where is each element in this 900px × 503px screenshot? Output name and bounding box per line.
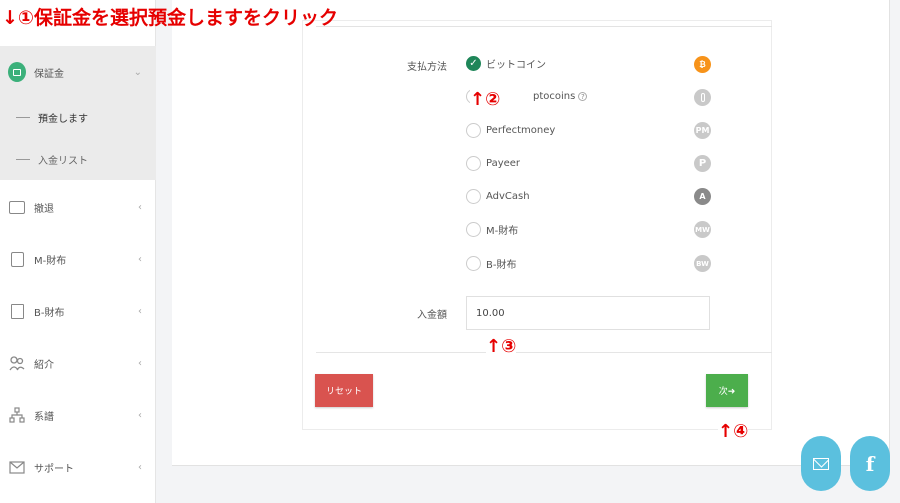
annotation-step-3: ↑③: [486, 335, 517, 359]
mail-contact-button[interactable]: [801, 436, 841, 491]
sidebar-item-label: 系譜: [34, 411, 54, 423]
m-wallet-icon: MW: [694, 221, 711, 238]
sidebar-subitem-label: 入金リスト: [38, 155, 88, 167]
radio-icon[interactable]: [466, 122, 481, 138]
payment-option-label: Perfectmoney: [486, 124, 556, 136]
sidebar-subitem-make-deposit[interactable]: 預金します: [0, 97, 156, 137]
radio-icon[interactable]: [466, 155, 481, 171]
safe-icon: [8, 302, 26, 320]
facebook-icon: f: [865, 451, 875, 476]
sidebar-item-label: サポート: [34, 463, 74, 475]
chevron-left-icon: ‹: [138, 201, 142, 213]
radio-checked-icon[interactable]: ✓: [466, 55, 481, 71]
cryptocoins-icon: [694, 89, 711, 106]
facebook-button[interactable]: f: [850, 436, 890, 491]
payment-option-label: Payeer: [486, 157, 521, 169]
sidebar-item-m-wallet[interactable]: M-財布 ‹: [0, 233, 156, 285]
payment-option-perfectmoney[interactable]: Perfectmoney: [466, 120, 555, 140]
b-wallet-icon: BW: [694, 255, 711, 272]
payment-option-label: B-財布: [486, 259, 517, 271]
sidebar-item-label: 保証金: [34, 68, 64, 80]
sidebar-item-label: 撤退: [34, 203, 54, 215]
payment-method-label: 支払方法: [407, 62, 447, 73]
dash-icon: [16, 116, 30, 118]
tree-icon: [8, 406, 26, 424]
sidebar-subitem-label: 預金します: [38, 113, 88, 125]
radio-icon[interactable]: [466, 255, 481, 271]
sidebar-item-withdraw[interactable]: 撤退 ‹: [0, 181, 156, 233]
dash-icon: [16, 158, 30, 160]
annotation-step-4: ↑④: [718, 420, 749, 444]
amount-input[interactable]: 10.00: [466, 296, 710, 330]
divider: [316, 352, 772, 353]
sidebar-item-label: B-財布: [34, 307, 65, 319]
bitcoin-icon: ₿: [694, 56, 711, 73]
sidebar-item-deposit[interactable]: 保証金 ⌄: [0, 46, 156, 98]
payment-option-label: ptocoins: [533, 90, 576, 102]
sidebar-item-support[interactable]: サポート ‹: [0, 441, 156, 493]
next-button[interactable]: 次➜: [706, 374, 748, 407]
payment-option-advcash[interactable]: AdvCash: [466, 186, 530, 206]
payment-option-label: M-財布: [486, 225, 519, 237]
chevron-left-icon: ‹: [138, 253, 142, 265]
deposit-icon: [8, 62, 26, 82]
payment-option-m-wallet[interactable]: M-財布: [466, 219, 518, 239]
sidebar-item-label: 紹介: [34, 359, 54, 371]
chevron-down-icon: ⌄: [133, 66, 142, 78]
sidebar-item-referral[interactable]: 紹介 ‹: [0, 337, 156, 389]
payeer-icon: P: [694, 155, 711, 172]
envelope-icon: [813, 457, 829, 470]
sidebar-item-b-wallet[interactable]: B-財布 ‹: [0, 285, 156, 337]
chevron-left-icon: ‹: [138, 409, 142, 421]
sidebar: 保証金 ⌄ 預金します 入金リスト 撤退 ‹ M-財布 ‹ B-財布 ‹ 紹介 …: [0, 0, 156, 503]
chevron-left-icon: ‹: [138, 357, 142, 369]
advcash-icon: A: [694, 188, 711, 205]
annotation-step-2: ↑②: [470, 88, 503, 112]
payment-option-label: AdvCash: [486, 190, 530, 202]
help-icon[interactable]: ?: [578, 91, 588, 101]
amount-label: 入金額: [417, 310, 447, 321]
sidebar-item-label: M-財布: [34, 255, 67, 267]
payment-option-b-wallet[interactable]: B-財布: [466, 253, 516, 273]
withdraw-icon: [8, 198, 26, 216]
sidebar-item-genealogy[interactable]: 系譜 ‹: [0, 389, 156, 441]
payment-option-label: ビットコイン: [486, 59, 546, 71]
annotation-step-1: ↓①保証金を選択預金しますをクリック: [2, 7, 339, 29]
payment-option-bitcoin[interactable]: ✓ ビットコイン: [466, 53, 546, 73]
chevron-left-icon: ‹: [138, 305, 142, 317]
radio-icon[interactable]: [466, 188, 481, 204]
sidebar-subitem-deposit-list[interactable]: 入金リスト: [0, 139, 156, 179]
perfectmoney-icon: PM: [694, 122, 711, 139]
radio-icon[interactable]: [466, 221, 481, 237]
chevron-left-icon: ‹: [138, 461, 142, 473]
wallet-icon: [8, 250, 26, 268]
referral-icon: [8, 354, 26, 372]
divider: [316, 26, 772, 27]
payment-option-payeer[interactable]: Payeer: [466, 153, 520, 173]
mail-icon: [8, 458, 26, 476]
reset-button[interactable]: リセット: [315, 374, 373, 407]
